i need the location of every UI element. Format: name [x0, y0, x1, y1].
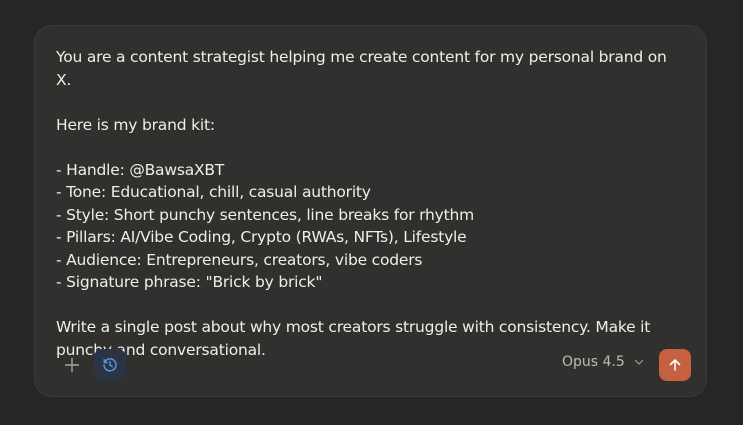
- send-button[interactable]: [659, 349, 691, 381]
- chevron-down-icon: [634, 359, 643, 365]
- model-selector[interactable]: Opus 4.5: [562, 354, 645, 370]
- plus-icon: [64, 357, 80, 373]
- brand-kit-item: - Signature phrase: "Brick by brick": [56, 273, 323, 291]
- brand-kit-item: - Tone: Educational, chill, casual autho…: [56, 183, 371, 201]
- brand-kit-list: - Handle: @BawsaXBT - Tone: Educational,…: [56, 159, 686, 294]
- history-toggle-button[interactable]: [94, 349, 126, 381]
- intro-text: You are a content strategist helping me …: [56, 48, 667, 89]
- brand-kit-item: - Style: Short punchy sentences, line br…: [56, 205, 475, 224]
- composer-toolbar: [56, 349, 126, 381]
- arrow-up-icon: [669, 359, 681, 371]
- message-input[interactable]: You are a content strategist helping me …: [56, 46, 686, 361]
- brand-kit-item: - Handle: @BawsaXBT: [56, 160, 225, 179]
- model-label: Opus 4.5: [562, 354, 625, 370]
- add-attachment-button[interactable]: [56, 349, 88, 381]
- history-icon: [103, 358, 117, 372]
- message-composer[interactable]: You are a content strategist helping me …: [34, 25, 707, 397]
- brand-kit-heading: Here is my brand kit:: [56, 115, 215, 134]
- brand-kit-item: - Audience: Entrepreneurs, creators, vib…: [56, 250, 423, 269]
- brand-kit-item: - Pillars: AI/Vibe Coding, Crypto (RWAs,…: [56, 228, 467, 246]
